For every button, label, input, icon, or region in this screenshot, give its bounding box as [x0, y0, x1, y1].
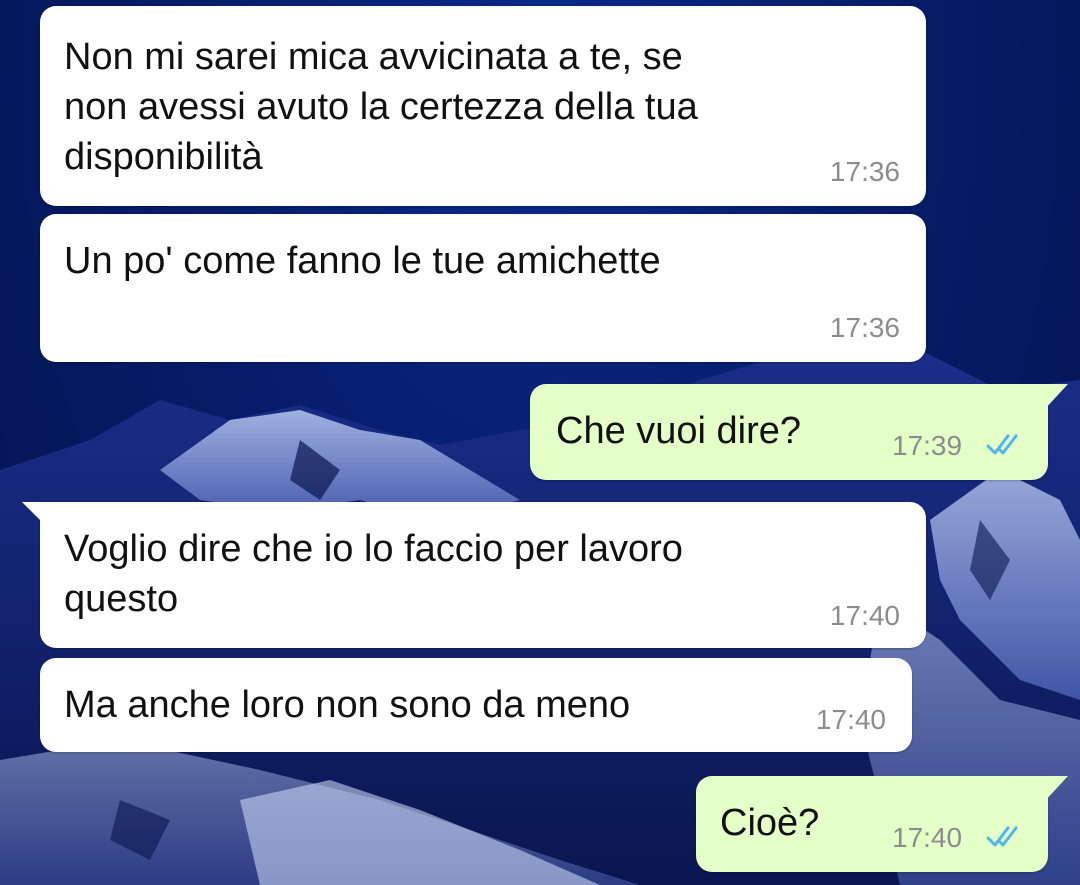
- message-timestamp: 17:36: [829, 156, 900, 187]
- message-bubble-incoming[interactable]: Voglio dire che io lo faccio per lavoro …: [22, 502, 926, 648]
- message-text: Che vuoi dire?: [556, 410, 802, 452]
- message-timestamp: 17:36: [829, 312, 900, 343]
- message-text: Non mi sarei mica avvicinata a te, se no…: [64, 36, 698, 178]
- message-bubble-outgoing[interactable]: Che vuoi dire? 17:39: [530, 384, 1068, 480]
- double-check-icon: [986, 826, 1018, 847]
- message-text: Un po' come fanno le tue amichette: [64, 240, 661, 282]
- bubble-tail: [1044, 776, 1068, 802]
- double-check-icon: [986, 434, 1018, 455]
- message-bubble-outgoing[interactable]: Cioè? 17:40: [696, 776, 1068, 872]
- message-bubble-incoming[interactable]: Un po' come fanno le tue amichette 17:36: [40, 214, 926, 362]
- message-text: Voglio dire che io lo faccio per lavoro …: [64, 528, 683, 620]
- bubble-tail: [22, 502, 44, 524]
- bubble-tail: [1044, 384, 1068, 410]
- message-timestamp: 17:40: [829, 600, 900, 631]
- message-timestamp: 17:39: [892, 430, 963, 461]
- message-text: Cioè?: [720, 802, 820, 844]
- message-timestamp: 17:40: [892, 822, 963, 853]
- message-text: Ma anche loro non sono da meno: [64, 684, 631, 726]
- message-timestamp: 17:40: [815, 704, 886, 735]
- message-bubble-incoming[interactable]: Ma anche loro non sono da meno 17:40: [40, 658, 912, 752]
- message-bubble-incoming[interactable]: Non mi sarei mica avvicinata a te, se no…: [40, 6, 926, 206]
